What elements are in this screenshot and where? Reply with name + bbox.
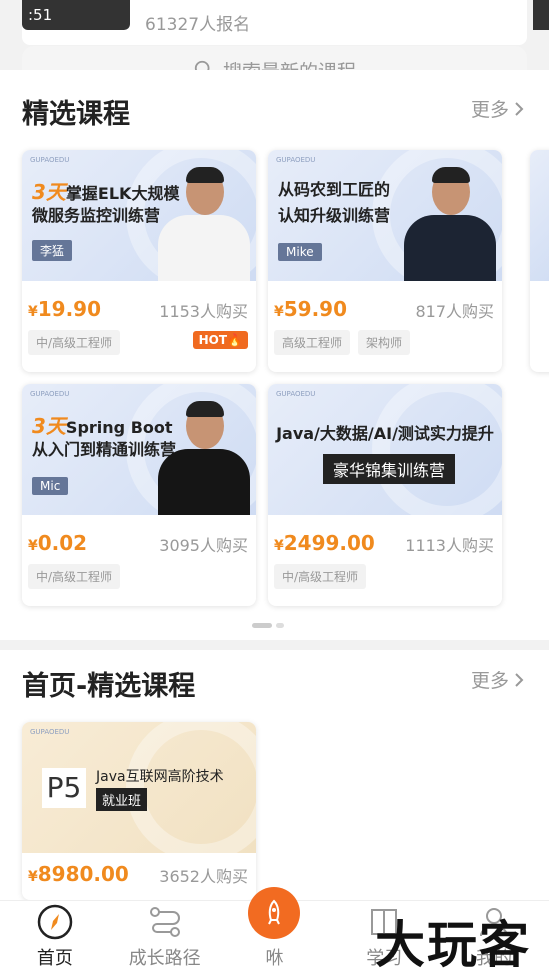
featured-courses-section: 精选课程 更多 GUPAOEDU 3天掌握ELK大规模 微服务监控训练营 李猛 … [0, 70, 549, 640]
next-course-thumbnail[interactable] [533, 0, 549, 30]
home-featured-courses-section: 首页-精选课程 更多 GUPAOEDU P5 Java互联网高阶技术 就业班 ¥… [0, 650, 549, 900]
buyer-count: 1153人购买 [159, 302, 248, 321]
price: ¥0.02 [28, 531, 88, 555]
tab-growth-path[interactable]: 成长路径 [110, 901, 220, 976]
buyer-count: 1113人购买 [405, 536, 494, 555]
buyer-count: 3095人购买 [159, 536, 248, 555]
more-link[interactable]: 更多 [471, 95, 525, 122]
watermark-logo: 大玩客 [375, 915, 531, 974]
price: ¥19.90 [28, 297, 102, 321]
teacher-name: Mic [32, 477, 69, 495]
rocket-button[interactable] [248, 887, 301, 939]
level-badge: P5 [42, 768, 86, 808]
price: ¥2499.00 [274, 531, 375, 555]
carousel-dots [252, 613, 288, 632]
section-title: 精选课程 [22, 99, 130, 130]
level-tag: 高级工程师 [274, 330, 351, 355]
path-icon [149, 907, 180, 937]
teacher-photo [158, 167, 250, 281]
course-card[interactable]: GUPAOEDU 3天Spring Boot 从入门到精通训练营 Mic ¥0.… [22, 384, 256, 606]
teacher-photo [404, 167, 496, 281]
course-card[interactable]: GUPAOEDU P5 Java互联网高阶技术 就业班 ¥8980.00 365… [22, 722, 256, 900]
teacher-name: Mike [278, 243, 322, 261]
hot-badge: HOT🔥 [192, 331, 248, 349]
course-banner: GUPAOEDU 从码农到工匠的 认知升级训练营 Mike [268, 150, 502, 281]
more-link[interactable]: 更多 [471, 666, 525, 693]
course-banner: GUPAOEDU 3天Spring Boot 从入门到精通训练营 Mic [22, 384, 256, 515]
course-banner: GUPAOEDU P5 Java互联网高阶技术 就业班 [22, 722, 256, 853]
teacher-name: 李猛 [32, 240, 73, 261]
tab-home[interactable]: 首页 [0, 901, 110, 976]
buyer-count: 817人购买 [415, 302, 494, 321]
section-title: 首页-精选课程 [22, 671, 196, 702]
level-tag: 中/高级工程师 [274, 564, 367, 589]
previous-course-thumbnail[interactable]: :51 [22, 0, 130, 30]
tab-rocket[interactable]: 咻 [220, 887, 330, 976]
price: ¥59.90 [274, 297, 348, 321]
compass-icon [37, 904, 73, 940]
chevron-right-icon [515, 672, 524, 687]
course-banner: GUPAOEDU Java/大数据/AI/测试实力提升 豪华锦集训练营 [268, 384, 502, 515]
enroll-count: 61327人报名 [145, 15, 251, 35]
level-tag: 中/高级工程师 [28, 330, 121, 355]
course-card[interactable]: GUPAOEDU 3天掌握ELK大规模 微服务监控训练营 李猛 ¥19.90 1… [22, 150, 256, 372]
teacher-photo [158, 401, 250, 515]
rocket-icon [268, 899, 281, 925]
price: ¥8980.00 [28, 862, 129, 886]
buyer-count: 3652人购买 [159, 867, 248, 886]
role-tag: 架构师 [358, 330, 411, 355]
level-tag: 中/高级工程师 [28, 564, 121, 589]
course-card[interactable]: GUPAOEDU 从码农到工匠的 认知升级训练营 Mike ¥59.90 817… [268, 150, 502, 372]
chevron-right-icon [515, 101, 524, 116]
course-card-partial[interactable] [530, 150, 549, 372]
course-card[interactable]: GUPAOEDU Java/大数据/AI/测试实力提升 豪华锦集训练营 ¥249… [268, 384, 502, 606]
course-banner: GUPAOEDU 3天掌握ELK大规模 微服务监控训练营 李猛 [22, 150, 256, 281]
